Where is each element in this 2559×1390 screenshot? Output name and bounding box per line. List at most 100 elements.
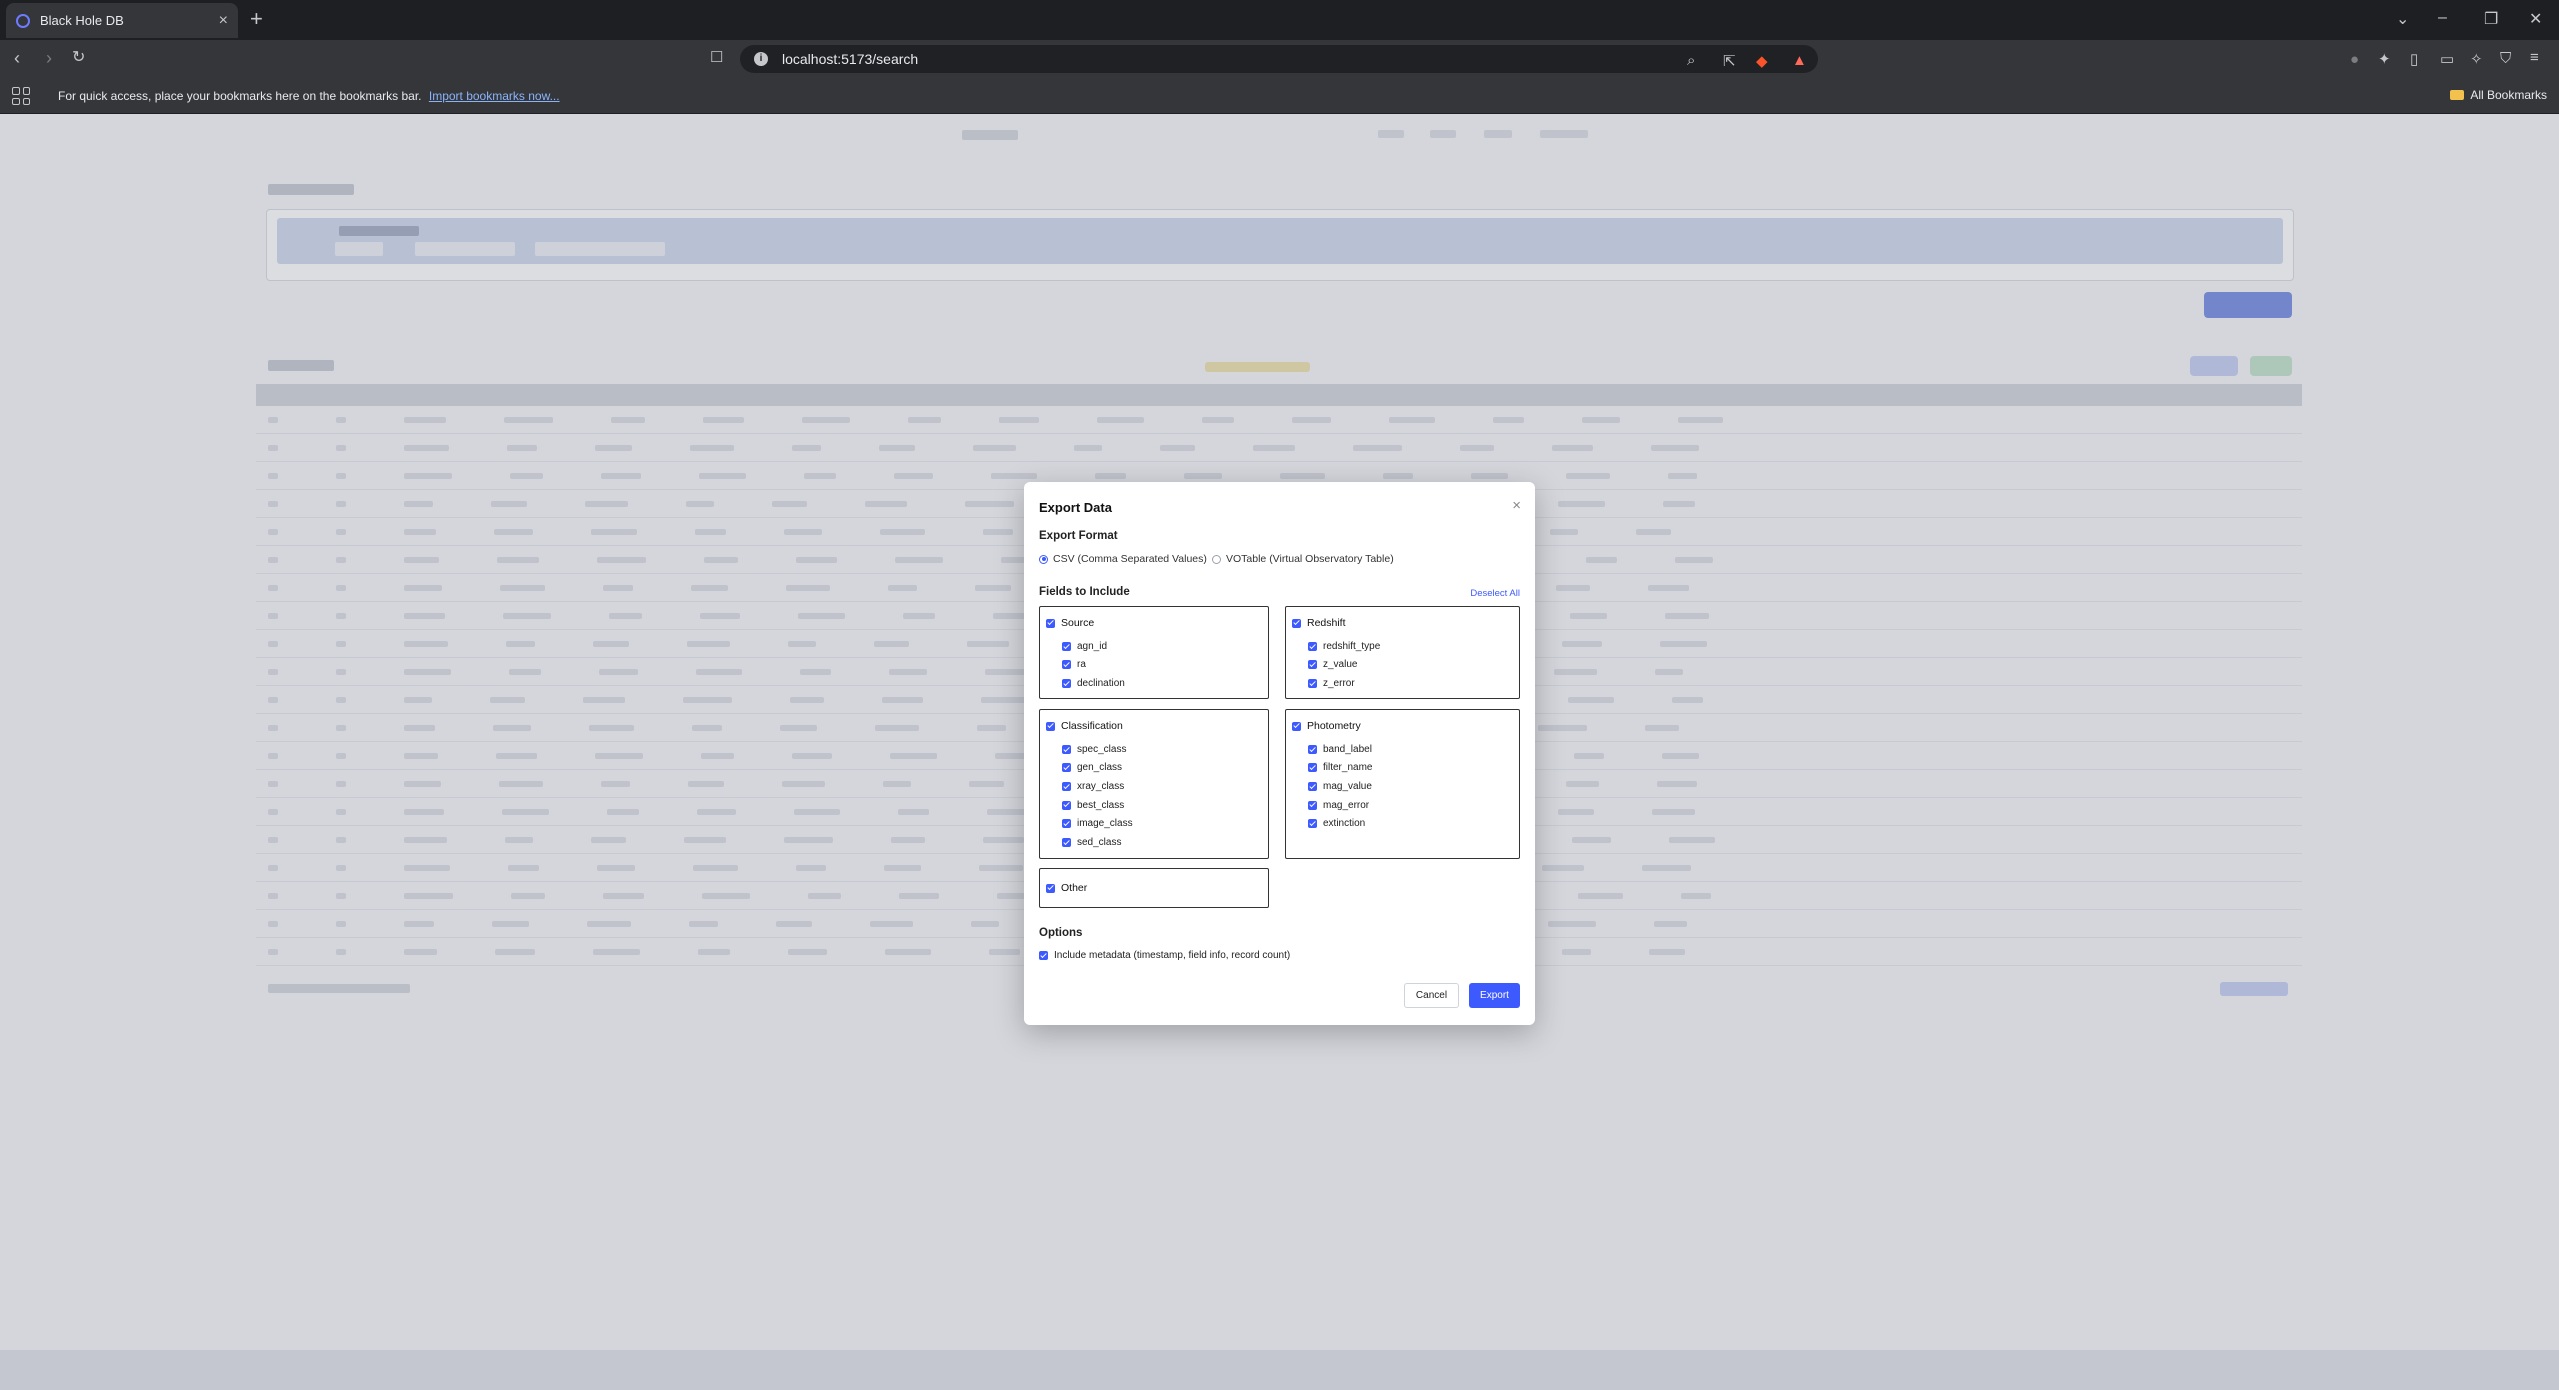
reload-icon[interactable]: ↻ bbox=[72, 48, 85, 68]
checkbox-classification[interactable] bbox=[1046, 721, 1055, 731]
checkbox-agn-id[interactable] bbox=[1062, 641, 1071, 651]
site-info-icon[interactable]: i bbox=[754, 52, 768, 66]
vpn-shield-icon[interactable]: ⛉ bbox=[2500, 50, 2511, 67]
checkbox-z-error[interactable] bbox=[1308, 678, 1317, 688]
field-filter-name[interactable]: filter_name bbox=[1308, 759, 1372, 778]
sidebar-icon[interactable]: ▯ bbox=[2410, 50, 2418, 68]
field-mag-value[interactable]: mag_value bbox=[1308, 777, 1372, 796]
field-z-error[interactable]: z_error bbox=[1308, 674, 1380, 693]
field-mag-error[interactable]: mag_error bbox=[1308, 796, 1372, 815]
radio-csv[interactable] bbox=[1039, 554, 1048, 564]
field-gen-class[interactable]: gen_class bbox=[1062, 759, 1133, 778]
field-image-class[interactable]: image_class bbox=[1062, 814, 1133, 833]
checkbox-declination[interactable] bbox=[1062, 678, 1071, 688]
group-checkbox-classification[interactable]: Classification bbox=[1046, 720, 1123, 732]
group-checkbox-redshift[interactable]: Redshift bbox=[1292, 617, 1346, 629]
field-group-other: Other bbox=[1039, 868, 1269, 908]
close-window-icon[interactable]: ✕ bbox=[2529, 9, 2542, 29]
all-bookmarks-button[interactable]: All Bookmarks bbox=[2450, 88, 2547, 102]
checkbox-source[interactable] bbox=[1046, 618, 1055, 628]
vpn-icon[interactable]: ● bbox=[2350, 51, 2359, 68]
field-xray-class[interactable]: xray_class bbox=[1062, 777, 1133, 796]
leo-ai-icon[interactable]: ✧ bbox=[2470, 50, 2483, 68]
field-sed-class[interactable]: sed_class bbox=[1062, 833, 1133, 852]
address-bar[interactable]: i localhost:5173/search ⌕ ⇱ ◆ ▲ bbox=[740, 45, 1818, 73]
checkbox-xray-class[interactable] bbox=[1062, 781, 1071, 791]
field-redshift-type[interactable]: redshift_type bbox=[1308, 637, 1380, 656]
new-tab-button[interactable]: + bbox=[250, 8, 263, 30]
field-label: image_class bbox=[1077, 818, 1133, 830]
minimize-window-icon[interactable]: – bbox=[2438, 9, 2447, 27]
field-declination[interactable]: declination bbox=[1062, 674, 1125, 693]
checkbox-include-metadata[interactable] bbox=[1039, 951, 1048, 960]
bookmarks-bar-text: For quick access, place your bookmarks h… bbox=[58, 89, 422, 103]
bookmarks-bar: For quick access, place your bookmarks h… bbox=[0, 78, 2559, 114]
cancel-button[interactable]: Cancel bbox=[1404, 983, 1459, 1008]
field-spec-class[interactable]: spec_class bbox=[1062, 740, 1133, 759]
dialog-title: Export Data bbox=[1039, 500, 1112, 515]
format-option-csv[interactable]: CSV (Comma Separated Values) bbox=[1039, 553, 1207, 565]
menu-icon[interactable]: ≡ bbox=[2530, 49, 2539, 66]
field-agn-id[interactable]: agn_id bbox=[1062, 637, 1125, 656]
export-button[interactable]: Export bbox=[1469, 983, 1520, 1008]
checkbox-photometry[interactable] bbox=[1292, 721, 1301, 731]
include-metadata-option[interactable]: Include metadata (timestamp, field info,… bbox=[1039, 950, 1290, 961]
all-bookmarks-label: All Bookmarks bbox=[2470, 88, 2547, 102]
format-votable-label: VOTable (Virtual Observatory Table) bbox=[1226, 553, 1394, 565]
checkbox-ra[interactable] bbox=[1062, 660, 1071, 670]
checkbox-redshift[interactable] bbox=[1292, 618, 1301, 628]
restore-window-icon[interactable]: ❐ bbox=[2484, 9, 2498, 29]
group-checkbox-photometry[interactable]: Photometry bbox=[1292, 720, 1361, 732]
folder-icon bbox=[2450, 90, 2465, 100]
deselect-all-link[interactable]: Deselect All bbox=[1470, 588, 1520, 599]
field-ra[interactable]: ra bbox=[1062, 656, 1125, 675]
include-metadata-label: Include metadata (timestamp, field info,… bbox=[1054, 950, 1291, 961]
format-csv-label: CSV (Comma Separated Values) bbox=[1053, 553, 1207, 565]
checkbox-gen-class[interactable] bbox=[1062, 763, 1071, 773]
field-label: redshift_type bbox=[1323, 640, 1381, 652]
browser-tab-active[interactable]: Black Hole DB × bbox=[6, 3, 238, 38]
checkbox-redshift-type[interactable] bbox=[1308, 641, 1317, 651]
checkbox-extinction[interactable] bbox=[1308, 819, 1317, 829]
checkbox-filter-name[interactable] bbox=[1308, 763, 1317, 773]
checkbox-sed-class[interactable] bbox=[1062, 837, 1071, 847]
checkbox-best-class[interactable] bbox=[1062, 800, 1071, 810]
import-bookmarks-link[interactable]: Import bookmarks now... bbox=[429, 89, 560, 103]
brave-rewards-icon[interactable]: ▲ bbox=[1792, 52, 1807, 69]
checkbox-spec-class[interactable] bbox=[1062, 744, 1071, 754]
extensions-icon[interactable]: ✦ bbox=[2378, 50, 2391, 68]
radio-votable[interactable] bbox=[1212, 554, 1221, 564]
zoom-icon[interactable]: ⌕ bbox=[1687, 52, 1695, 69]
close-icon[interactable]: × bbox=[1512, 497, 1521, 514]
options-label: Options bbox=[1039, 927, 1083, 939]
checkbox-mag-error[interactable] bbox=[1308, 800, 1317, 810]
field-group-classification: Classification spec_class gen_class xray… bbox=[1039, 709, 1269, 859]
back-arrow-icon[interactable]: ‹ bbox=[14, 48, 20, 68]
bookmark-icon[interactable]: ☐ bbox=[710, 48, 723, 68]
tab-search-chevron-icon[interactable]: ⌄ bbox=[2396, 9, 2409, 29]
field-z-value[interactable]: z_value bbox=[1308, 656, 1380, 675]
share-icon[interactable]: ⇱ bbox=[1723, 52, 1736, 70]
forward-arrow-icon[interactable]: › bbox=[46, 48, 52, 68]
group-checkbox-source[interactable]: Source bbox=[1046, 617, 1094, 629]
checkbox-image-class[interactable] bbox=[1062, 819, 1071, 829]
url-text[interactable]: localhost:5173/search bbox=[782, 51, 918, 67]
tab-close-icon[interactable]: × bbox=[219, 12, 228, 30]
checkbox-mag-value[interactable] bbox=[1308, 781, 1317, 791]
field-list-photometry: band_label filter_name mag_value mag_err… bbox=[1308, 740, 1372, 833]
field-extinction[interactable]: extinction bbox=[1308, 814, 1372, 833]
field-band-label[interactable]: band_label bbox=[1308, 740, 1372, 759]
field-label: mag_error bbox=[1323, 799, 1370, 811]
brave-shields-icon[interactable]: ◆ bbox=[1756, 52, 1768, 70]
wallet-icon[interactable]: ▭ bbox=[2440, 50, 2454, 68]
checkbox-band-label[interactable] bbox=[1308, 744, 1317, 754]
field-best-class[interactable]: best_class bbox=[1062, 796, 1133, 815]
browser-toolbar: ‹ › ↻ ☐ i localhost:5173/search ⌕ ⇱ ◆ ▲ … bbox=[0, 40, 2559, 78]
checkbox-other[interactable] bbox=[1046, 883, 1055, 893]
group-checkbox-other[interactable]: Other bbox=[1046, 882, 1087, 894]
field-group-redshift: Redshift redshift_type z_value z_error bbox=[1285, 606, 1520, 699]
apps-grid-icon[interactable] bbox=[12, 87, 30, 105]
field-label: mag_value bbox=[1323, 780, 1372, 792]
checkbox-z-value[interactable] bbox=[1308, 660, 1317, 670]
format-option-votable[interactable]: VOTable (Virtual Observatory Table) bbox=[1212, 553, 1394, 565]
